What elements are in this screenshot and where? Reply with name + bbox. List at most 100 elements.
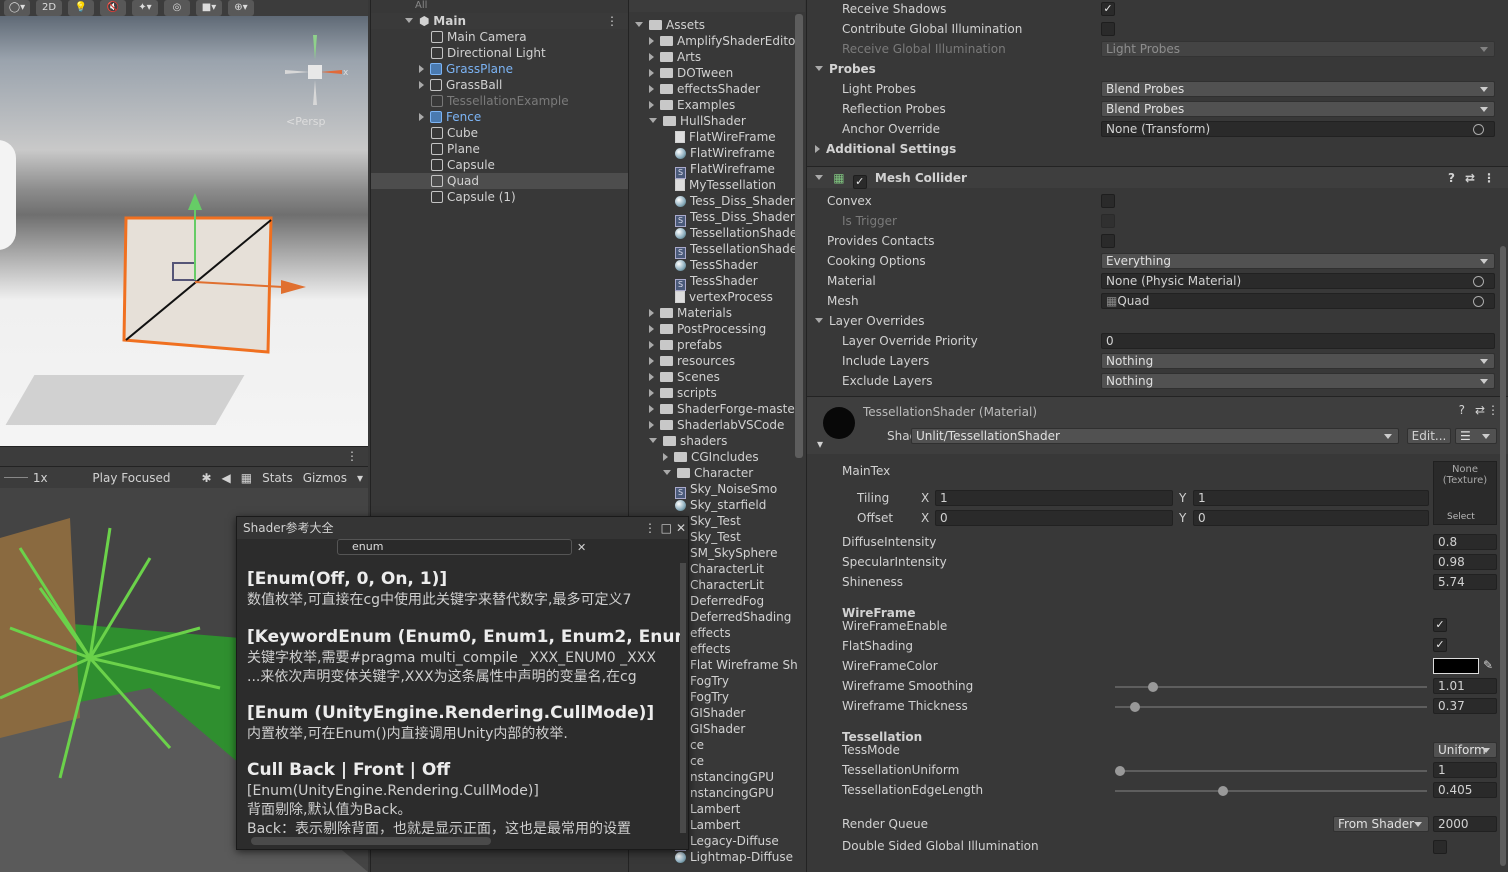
project-item[interactable]: HullShader bbox=[649, 113, 746, 129]
hierarchy-item[interactable]: GrassPlane bbox=[371, 61, 628, 77]
project-item[interactable]: CGIncludes bbox=[663, 449, 759, 465]
help-icon[interactable]: ? bbox=[1448, 167, 1455, 189]
project-item[interactable]: S Sky_NoiseSmo bbox=[675, 481, 777, 499]
slider-knob[interactable] bbox=[1217, 786, 1228, 796]
inspector-scrollbar[interactable] bbox=[1500, 246, 1506, 866]
chevron-right-icon[interactable] bbox=[649, 357, 654, 365]
texture-select-button[interactable]: Select bbox=[1447, 512, 1475, 522]
draw-mode-button[interactable]: ◯▾ bbox=[4, 0, 30, 16]
provides-contacts-checkbox[interactable] bbox=[1101, 234, 1115, 248]
project-item[interactable]: MyTessellation bbox=[675, 177, 776, 193]
project-item[interactable]: Lightmap-Diffuse bbox=[675, 849, 793, 865]
shader-dropdown[interactable]: Unlit/TessellationShader bbox=[911, 428, 1399, 444]
eyedropper-icon[interactable]: ✎ bbox=[1483, 658, 1493, 672]
help-icon[interactable]: ? bbox=[1459, 403, 1465, 417]
project-item[interactable]: SnstancingGPU bbox=[675, 769, 774, 787]
audio-toggle-icon[interactable]: 🔇 bbox=[100, 0, 126, 16]
object-picker-icon[interactable] bbox=[1473, 276, 1484, 287]
chevron-right-icon[interactable] bbox=[663, 453, 668, 461]
tiling-x-field[interactable]: 1 bbox=[935, 490, 1173, 506]
project-scrollbar[interactable] bbox=[795, 14, 803, 458]
more-icon[interactable]: ⋮ bbox=[606, 13, 618, 29]
entry[interactable]: [KeywordEnum (Enum0, Enum1, Enum2, Enum3… bbox=[237, 621, 682, 691]
popup-scrollbar[interactable] bbox=[680, 563, 686, 833]
scale-slider[interactable] bbox=[4, 477, 28, 478]
project-item[interactable]: Tess_Diss_Shader bbox=[675, 193, 795, 209]
chevron-down-icon[interactable] bbox=[649, 118, 657, 123]
project-item[interactable]: Flat Wireframe Sh bbox=[675, 657, 798, 673]
project-item[interactable]: prefabs bbox=[649, 337, 722, 353]
object-picker-icon[interactable] bbox=[1473, 296, 1484, 307]
close-icon[interactable]: ✕ bbox=[676, 517, 686, 539]
hierarchy-item[interactable]: Capsule bbox=[371, 157, 628, 173]
slider-knob[interactable] bbox=[1130, 702, 1141, 712]
visibility-toggle-icon[interactable]: ◎ bbox=[164, 0, 190, 16]
light-probes-dropdown[interactable]: Blend Probes bbox=[1101, 81, 1495, 97]
project-item[interactable]: Sky_starfield bbox=[675, 497, 766, 513]
float-field[interactable]: 0.8 bbox=[1433, 534, 1497, 550]
float-field[interactable]: 5.74 bbox=[1433, 574, 1497, 590]
chevron-right-icon[interactable] bbox=[649, 101, 654, 109]
edit-shader-button[interactable]: Edit... bbox=[1407, 428, 1451, 444]
physic-material-field[interactable]: None (Physic Material) bbox=[1101, 273, 1495, 289]
additional-settings-foldout[interactable]: Additional Settings bbox=[815, 140, 956, 158]
project-item[interactable]: S FlatWireframe bbox=[675, 161, 775, 179]
project-item[interactable]: TessellationShade bbox=[675, 225, 797, 241]
project-item[interactable]: nstancingGPU bbox=[675, 785, 774, 801]
reflection-probes-dropdown[interactable]: Blend Probes bbox=[1101, 101, 1495, 117]
anchor-override-field[interactable]: None (Transform) bbox=[1101, 121, 1495, 137]
mesh-collider-header[interactable]: ▦ ✓ Mesh Collider ? ⇄ ⋮ bbox=[807, 166, 1508, 189]
slider-value-field[interactable]: 1 bbox=[1433, 762, 1497, 778]
chevron-right-icon[interactable] bbox=[649, 53, 654, 61]
persp-label[interactable]: <Persp bbox=[286, 115, 325, 128]
effects-toggle-icon[interactable]: ✦▾ bbox=[132, 0, 158, 16]
chevron-right-icon[interactable] bbox=[649, 421, 654, 429]
presets-icon[interactable]: ⇄ bbox=[1465, 167, 1475, 189]
project-item[interactable]: shaders bbox=[649, 433, 727, 449]
camera-button-icon[interactable]: ■▾ bbox=[196, 0, 222, 16]
include-layers-dropdown[interactable]: Nothing bbox=[1101, 353, 1495, 369]
project-item[interactable]: Character bbox=[663, 465, 753, 481]
project-item[interactable]: FlatWireframe bbox=[675, 145, 775, 161]
project-item[interactable]: Arts bbox=[649, 49, 701, 65]
project-item[interactable]: ShaderlabVSCode bbox=[649, 417, 784, 433]
chevron-right-icon[interactable] bbox=[649, 389, 654, 397]
convex-checkbox[interactable] bbox=[1101, 194, 1115, 208]
cooking-options-dropdown[interactable]: Everything bbox=[1101, 253, 1495, 269]
hierarchy-item-selected[interactable]: Quad bbox=[371, 173, 628, 189]
hierarchy-item[interactable]: Plane bbox=[371, 141, 628, 157]
render-queue-field[interactable]: 2000 bbox=[1433, 816, 1497, 832]
more-icon[interactable]: ⋮ bbox=[346, 449, 358, 463]
project-item[interactable]: S Tess_Diss_Shader bbox=[675, 209, 795, 227]
offset-x-field[interactable]: 0 bbox=[935, 510, 1173, 526]
slider-value-field[interactable]: 0.405 bbox=[1433, 782, 1497, 798]
project-item[interactable]: Examples bbox=[649, 97, 735, 113]
chevron-down-icon[interactable]: ▾ bbox=[352, 471, 368, 485]
chevron-right-icon[interactable] bbox=[649, 325, 654, 333]
chevron-right-icon[interactable] bbox=[649, 69, 654, 77]
project-item[interactable]: scripts bbox=[649, 385, 717, 401]
slider-knob[interactable] bbox=[1148, 682, 1159, 692]
slider-value-field[interactable]: 1.01 bbox=[1433, 678, 1497, 694]
priority-field[interactable]: 0 bbox=[1101, 333, 1495, 349]
project-item[interactable]: Materials bbox=[649, 305, 732, 321]
tess-mode-dropdown[interactable]: Uniform bbox=[1433, 742, 1497, 758]
chevron-right-icon[interactable] bbox=[649, 309, 654, 317]
mesh-collider-enabled-checkbox[interactable]: ✓ bbox=[852, 175, 867, 189]
stats-grid-icon[interactable]: ▦ bbox=[236, 471, 257, 485]
chevron-down-icon[interactable] bbox=[663, 470, 671, 475]
project-item[interactable]: FlatWireFrame bbox=[675, 129, 776, 145]
chevron-down-icon[interactable] bbox=[649, 438, 657, 443]
wireframe-smoothing-slider[interactable] bbox=[1115, 682, 1427, 692]
clear-search-icon[interactable]: ✕ bbox=[577, 541, 586, 554]
probes-foldout[interactable]: Probes bbox=[815, 60, 876, 78]
maximize-icon[interactable]: □ bbox=[661, 517, 672, 539]
project-item[interactable]: SDeferredShading bbox=[675, 609, 791, 627]
receive-gi-dropdown[interactable]: Light Probes bbox=[1101, 41, 1495, 57]
mesh-field[interactable]: ▦Quad bbox=[1101, 293, 1495, 309]
chevron-down-icon[interactable] bbox=[635, 22, 643, 27]
2d-toggle[interactable]: 2D bbox=[36, 0, 62, 16]
play-mode-dropdown[interactable]: Play Focused bbox=[87, 471, 196, 485]
material-options-icon[interactable]: ☰ bbox=[1455, 428, 1497, 444]
project-item[interactable]: Assets bbox=[635, 17, 705, 33]
